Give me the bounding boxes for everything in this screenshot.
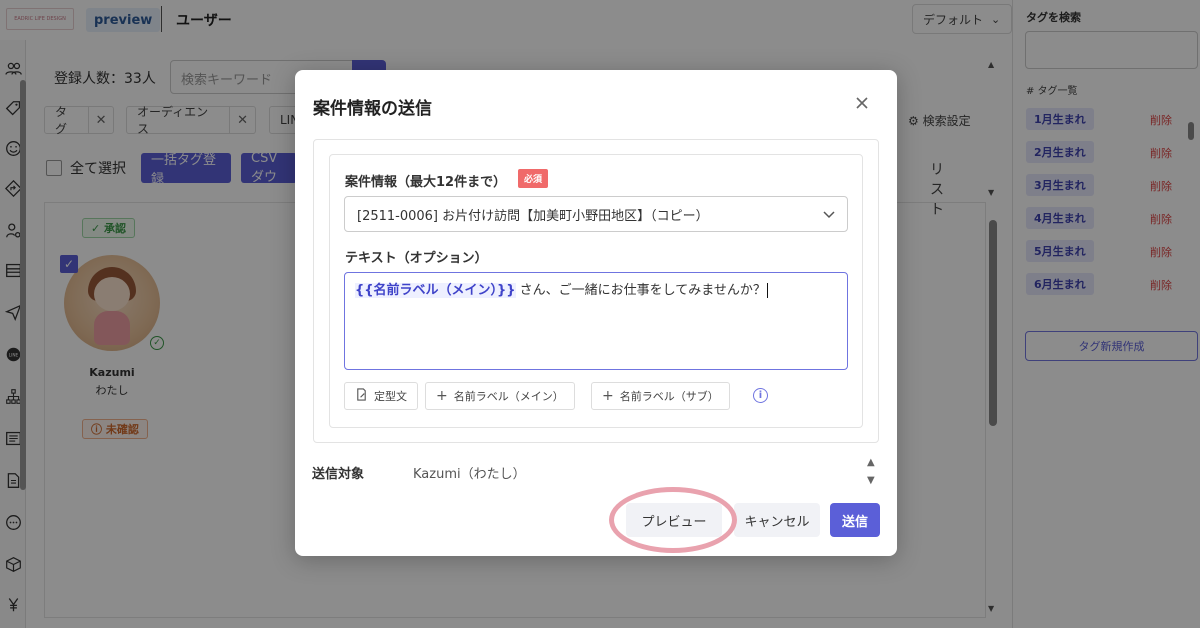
scroll-up-icon[interactable]: ▲	[867, 457, 875, 468]
project-field-label: 案件情報（最大12件まで）	[345, 175, 507, 190]
project-select[interactable]: [2511-0006] お片付け訪問【加美町小野田地区】（コピー）	[344, 196, 848, 232]
chevron-down-icon	[823, 211, 835, 219]
template-button[interactable]: 定型文	[344, 382, 418, 410]
insert-sub-name-label: 名前ラベル（サブ）	[619, 390, 719, 403]
message-text: さん、ご一緒にお仕事をしてみませんか？	[519, 283, 766, 298]
send-target-label: 送信対象	[312, 467, 365, 482]
send-target-value: Kazumi（わたし）	[413, 467, 526, 482]
insert-main-name-button[interactable]: + 名前ラベル（メイン）	[425, 382, 575, 410]
project-select-value: [2511-0006] お片付け訪問【加美町小野田地区】（コピー）	[357, 208, 709, 224]
name-label-variable: {{名前ラベル（メイン）}}	[355, 283, 516, 298]
send-button[interactable]: 送信	[830, 503, 880, 537]
message-textarea[interactable]: {{名前ラベル（メイン）}} さん、ご一緒にお仕事をしてみませんか？	[344, 272, 848, 370]
plus-icon: +	[436, 388, 448, 404]
highlight-ring	[609, 487, 737, 553]
text-caret	[766, 283, 768, 298]
edit-document-icon	[355, 387, 368, 405]
info-icon[interactable]: i	[753, 388, 768, 403]
dialog-title: 案件情報の送信	[313, 99, 432, 119]
text-field-label: テキスト（オプション）	[345, 251, 488, 266]
insert-main-name-label: 名前ラベル（メイン）	[453, 390, 564, 403]
scroll-down-icon[interactable]: ▼	[867, 475, 875, 486]
insert-sub-name-button[interactable]: + 名前ラベル（サブ）	[591, 382, 730, 410]
required-badge: 必須	[518, 169, 549, 188]
template-button-label: 定型文	[374, 390, 407, 403]
close-icon[interactable]	[851, 92, 873, 114]
cancel-button[interactable]: キャンセル	[734, 503, 820, 537]
plus-icon: +	[602, 388, 614, 404]
send-project-dialog: 案件情報の送信 案件情報（最大12件まで） 必須 [2511-0006] お片付…	[295, 70, 897, 556]
